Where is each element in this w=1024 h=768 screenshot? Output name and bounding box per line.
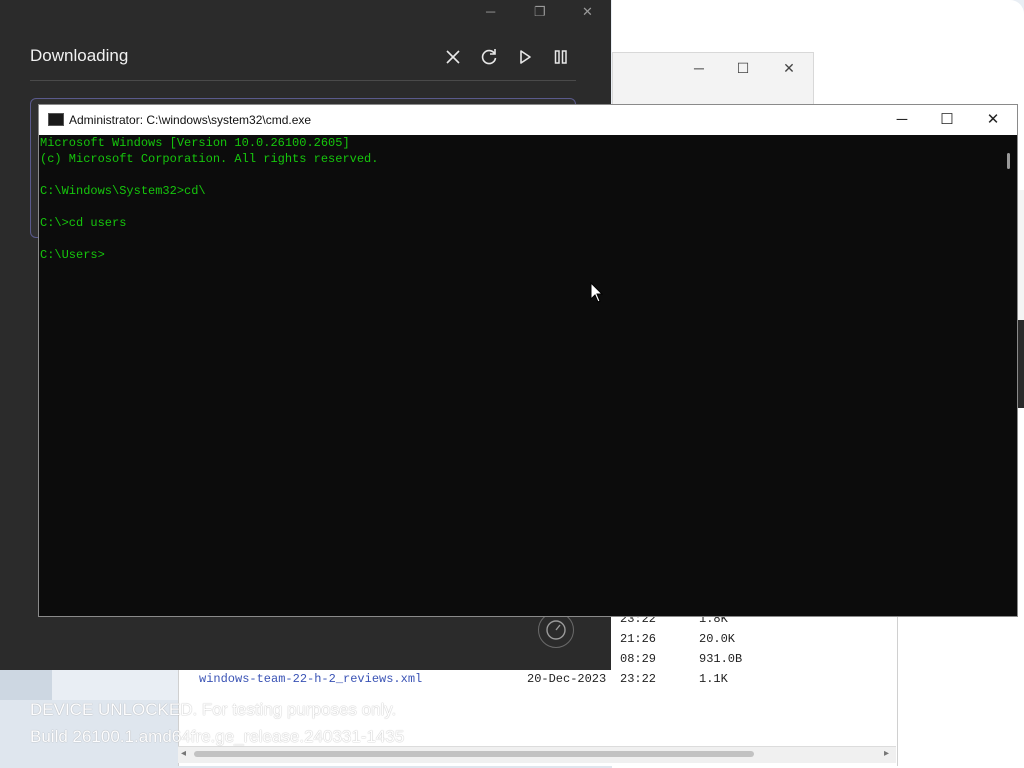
console-line: Microsoft Windows [Version 10.0.26100.26… — [40, 136, 350, 150]
maximize-icon[interactable]: ☐ — [729, 57, 757, 79]
play-button[interactable] — [512, 44, 538, 70]
scrollbar-thumb[interactable] — [194, 751, 754, 757]
file-size: 20.0K — [699, 632, 736, 646]
window-edge-dark — [1017, 320, 1024, 408]
dialog-title: Downloading — [30, 46, 129, 65]
speed-gauge-icon — [538, 612, 574, 648]
refresh-icon — [481, 49, 497, 65]
background-window-titlebar: ─ ☐ ✕ — [612, 52, 814, 106]
scroll-left-icon[interactable]: ◂ — [181, 748, 186, 759]
restore-icon[interactable]: ❐ — [534, 4, 546, 20]
cmd-titlebar[interactable]: Administrator: C:\windows\system32\cmd.e… — [39, 105, 1017, 135]
close-icon[interactable]: ✕ — [775, 57, 803, 79]
file-size: 1.1K — [699, 672, 728, 686]
pause-icon — [554, 50, 567, 64]
file-link[interactable]: windows-team-22-h-2_reviews.xml — [199, 670, 422, 688]
retry-button[interactable] — [476, 44, 502, 70]
minimize-button[interactable]: ─ — [887, 109, 917, 131]
file-date: 20-Dec-2023 — [527, 672, 607, 686]
terminal-icon — [48, 113, 64, 126]
file-time: 08:29 — [620, 652, 657, 666]
console-line: C:\>cd users — [40, 216, 127, 230]
close-icon — [446, 50, 460, 64]
console-output[interactable]: Microsoft Windows [Version 10.0.26100.26… — [39, 135, 999, 615]
cmd-window[interactable]: Administrator: C:\windows\system32\cmd.e… — [38, 104, 1018, 617]
cancel-download-button[interactable] — [440, 44, 466, 70]
console-line: C:\Windows\System32>cd\ — [40, 184, 206, 198]
minimize-icon[interactable]: ─ — [685, 57, 713, 79]
close-icon[interactable]: ✕ — [582, 4, 593, 20]
vertical-scrollbar[interactable] — [1007, 153, 1010, 169]
divider — [30, 80, 576, 81]
console-prompt[interactable]: C:\Users> — [40, 247, 105, 263]
console-line: (c) Microsoft Corporation. All rights re… — [40, 152, 379, 166]
watermark-line: Build 26100.1.amd64fre.ge_release.240331… — [30, 727, 405, 746]
horizontal-scrollbar[interactable]: ◂ ▸ — [178, 746, 896, 763]
pause-button[interactable] — [548, 44, 574, 70]
file-time: 23:22 — [620, 672, 657, 686]
maximize-button[interactable]: ☐ — [932, 109, 962, 131]
mouse-cursor-icon — [590, 282, 604, 303]
play-icon — [520, 50, 531, 64]
minimize-icon[interactable]: ─ — [486, 4, 495, 19]
file-time: 21:26 — [620, 632, 657, 646]
window-title: Administrator: C:\windows\system32\cmd.e… — [69, 113, 312, 127]
scroll-right-icon[interactable]: ▸ — [884, 748, 889, 759]
file-size: 931.0B — [699, 652, 743, 666]
watermark-line: DEVICE UNLOCKED. For testing purposes on… — [30, 700, 397, 719]
close-button[interactable]: ✕ — [978, 109, 1008, 131]
